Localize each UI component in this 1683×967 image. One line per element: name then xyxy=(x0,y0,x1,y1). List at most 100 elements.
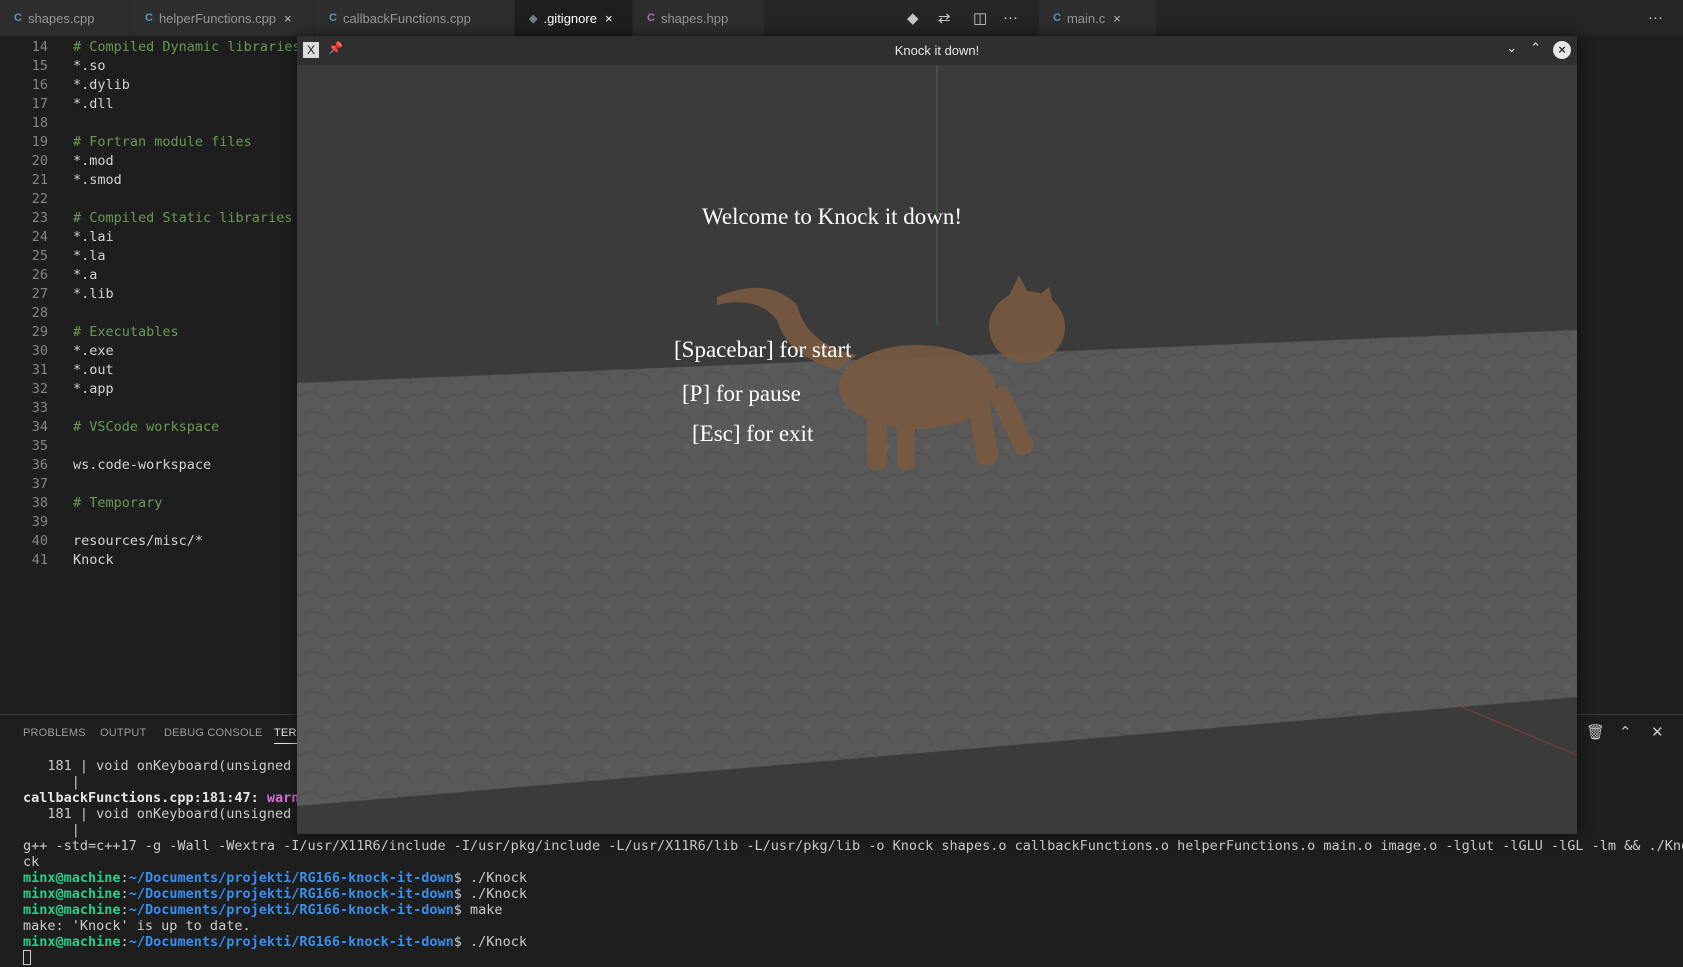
split-editor-icon[interactable]: ◫ xyxy=(973,9,987,27)
line-number: 25 xyxy=(31,248,48,264)
line-number: 27 xyxy=(31,286,48,302)
line-code: *.exe xyxy=(73,343,114,359)
welcome-text: Welcome to Knock it down! xyxy=(702,204,963,229)
line-code: *.dylib xyxy=(73,77,130,93)
terminal-line: ck xyxy=(23,854,40,870)
terminal-line: | xyxy=(71,822,80,838)
game-scene xyxy=(297,65,1577,834)
line-number: 23 xyxy=(31,210,48,226)
line-number: 35 xyxy=(31,438,48,454)
window-title: Knock it down! xyxy=(894,43,980,58)
more-actions-icon[interactable]: ··· xyxy=(1648,9,1663,26)
terminal-line: make: 'Knock' is up to date. xyxy=(23,918,251,934)
trash-icon[interactable]: 🗑 xyxy=(1586,723,1605,741)
git-file-icon: ◆ xyxy=(529,12,538,25)
line-number: 33 xyxy=(31,400,48,416)
more-actions-icon[interactable]: ··· xyxy=(1003,9,1018,26)
cpp-file-icon: C xyxy=(145,12,153,24)
line-code: *.smod xyxy=(73,172,122,188)
line-code: *.lib xyxy=(73,286,114,302)
game-viewport[interactable]: Welcome to Knock it down! [Spacebar] for… xyxy=(297,65,1577,834)
line-number: 34 xyxy=(31,419,48,435)
line-number: 15 xyxy=(31,58,48,74)
maximize-panel-icon[interactable]: ⌃ xyxy=(1619,723,1632,741)
tab-label: shapes.cpp xyxy=(27,10,95,26)
terminal-line: g++ -std=c++17 -g -Wall -Wextra -I/usr/X… xyxy=(23,838,1683,854)
close-icon[interactable]: × xyxy=(605,11,613,26)
terminal-line: 181 | void onKeyboard(unsigned c xyxy=(47,758,308,774)
line-number: 30 xyxy=(31,343,48,359)
tab-shapes-hpp[interactable]: C shapes.hpp xyxy=(633,0,765,36)
tab-callbackfunctions-cpp[interactable]: C callbackFunctions.cpp xyxy=(315,0,515,36)
line-number: 37 xyxy=(31,476,48,492)
tab-debug-console[interactable]: DEBUG CONSOLE xyxy=(164,727,263,739)
line-code: # VSCode workspace xyxy=(73,419,220,435)
line-number: 21 xyxy=(31,172,48,188)
line-number: 36 xyxy=(31,457,48,473)
tab-label: callbackFunctions.cpp xyxy=(342,10,471,26)
line-number: 39 xyxy=(31,514,48,530)
line-code: *.out xyxy=(73,362,114,378)
editor-tab-bar: C shapes.cpp C helperFunctions.cpp × C c… xyxy=(0,0,1683,36)
tab-label: helperFunctions.cpp xyxy=(158,10,277,26)
minimize-icon[interactable]: ⌄ xyxy=(1506,40,1517,56)
close-window-button[interactable]: × xyxy=(1553,41,1571,59)
line-code: *.app xyxy=(73,381,114,397)
line-number: 22 xyxy=(31,191,48,207)
line-number: 26 xyxy=(31,267,48,283)
close-panel-icon[interactable]: ✕ xyxy=(1651,723,1664,741)
line-number: 14 xyxy=(31,39,48,55)
terminal-line: 181 | void onKeyboard(unsigned c xyxy=(47,806,308,822)
close-icon[interactable]: × xyxy=(1113,11,1121,26)
source-control-icon[interactable]: ◆ xyxy=(907,9,919,27)
line-number: 16 xyxy=(31,77,48,93)
tab-label: shapes.hpp xyxy=(660,10,729,26)
tab-problems[interactable]: PROBLEMS xyxy=(23,727,86,739)
line-number: 19 xyxy=(31,134,48,150)
c-file-icon: C xyxy=(1053,12,1061,24)
cpp-file-icon: C xyxy=(14,12,22,24)
tab-main-c[interactable]: C main.c × xyxy=(1039,0,1157,36)
line-number: 24 xyxy=(31,229,48,245)
tab-label: .gitignore xyxy=(543,10,597,26)
line-code: *.so xyxy=(73,58,106,74)
terminal-line: | xyxy=(71,774,80,790)
terminal-line: callbackFunctions.cpp:181:47: warn xyxy=(23,790,300,806)
line-number: 28 xyxy=(31,305,48,321)
line-number: 38 xyxy=(31,495,48,511)
maximize-icon[interactable]: ⌃ xyxy=(1530,40,1541,56)
tab-helperfunctions-cpp[interactable]: C helperFunctions.cpp × xyxy=(131,0,315,36)
terminal-line: minx@machine:~/Documents/projekti/RG166-… xyxy=(23,886,527,902)
cpp-file-icon: C xyxy=(329,12,337,24)
line-code: # Executables xyxy=(73,324,179,340)
line-code: # Fortran module files xyxy=(73,134,252,150)
line-code: # Temporary xyxy=(73,495,163,511)
line-code: Knock xyxy=(73,552,114,568)
line-number: 32 xyxy=(31,381,48,397)
glut-window[interactable]: X 📌 Knock it down! ⌄ ⌃ × Welcome to Knoc… xyxy=(297,36,1577,834)
line-code: *.a xyxy=(73,267,98,283)
tab-shapes-cpp[interactable]: C shapes.cpp xyxy=(0,0,131,36)
line-number: 40 xyxy=(31,533,48,549)
tab-label: main.c xyxy=(1066,10,1106,26)
line-number: 41 xyxy=(31,552,48,568)
terminal-line: minx@machine:~/Documents/projekti/RG166-… xyxy=(23,934,527,950)
tab-output[interactable]: OUTPUT xyxy=(100,727,146,739)
line-code: *.dll xyxy=(73,96,114,112)
window-titlebar[interactable]: X 📌 Knock it down! ⌄ ⌃ × xyxy=(297,36,1577,65)
line-number: 20 xyxy=(31,153,48,169)
hpp-file-icon: C xyxy=(647,12,655,24)
start-instruction: [Spacebar] for start xyxy=(674,337,852,362)
line-code: resources/misc/* xyxy=(73,533,204,549)
line-code: ws.code-workspace xyxy=(73,457,212,473)
line-number: 17 xyxy=(31,96,48,112)
close-icon[interactable]: × xyxy=(284,11,292,26)
line-code: *.la xyxy=(73,248,106,264)
terminal-line: minx@machine:~/Documents/projekti/RG166-… xyxy=(23,902,503,918)
tab-gitignore[interactable]: ◆ .gitignore × xyxy=(515,0,633,36)
line-code: # Compiled Dynamic libraries xyxy=(73,39,301,55)
terminal-cursor xyxy=(23,950,31,965)
pause-instruction: [P] for pause xyxy=(682,381,801,406)
terminal-line: minx@machine:~/Documents/projekti/RG166-… xyxy=(23,870,527,886)
compare-changes-icon[interactable]: ⇄ xyxy=(938,9,951,27)
